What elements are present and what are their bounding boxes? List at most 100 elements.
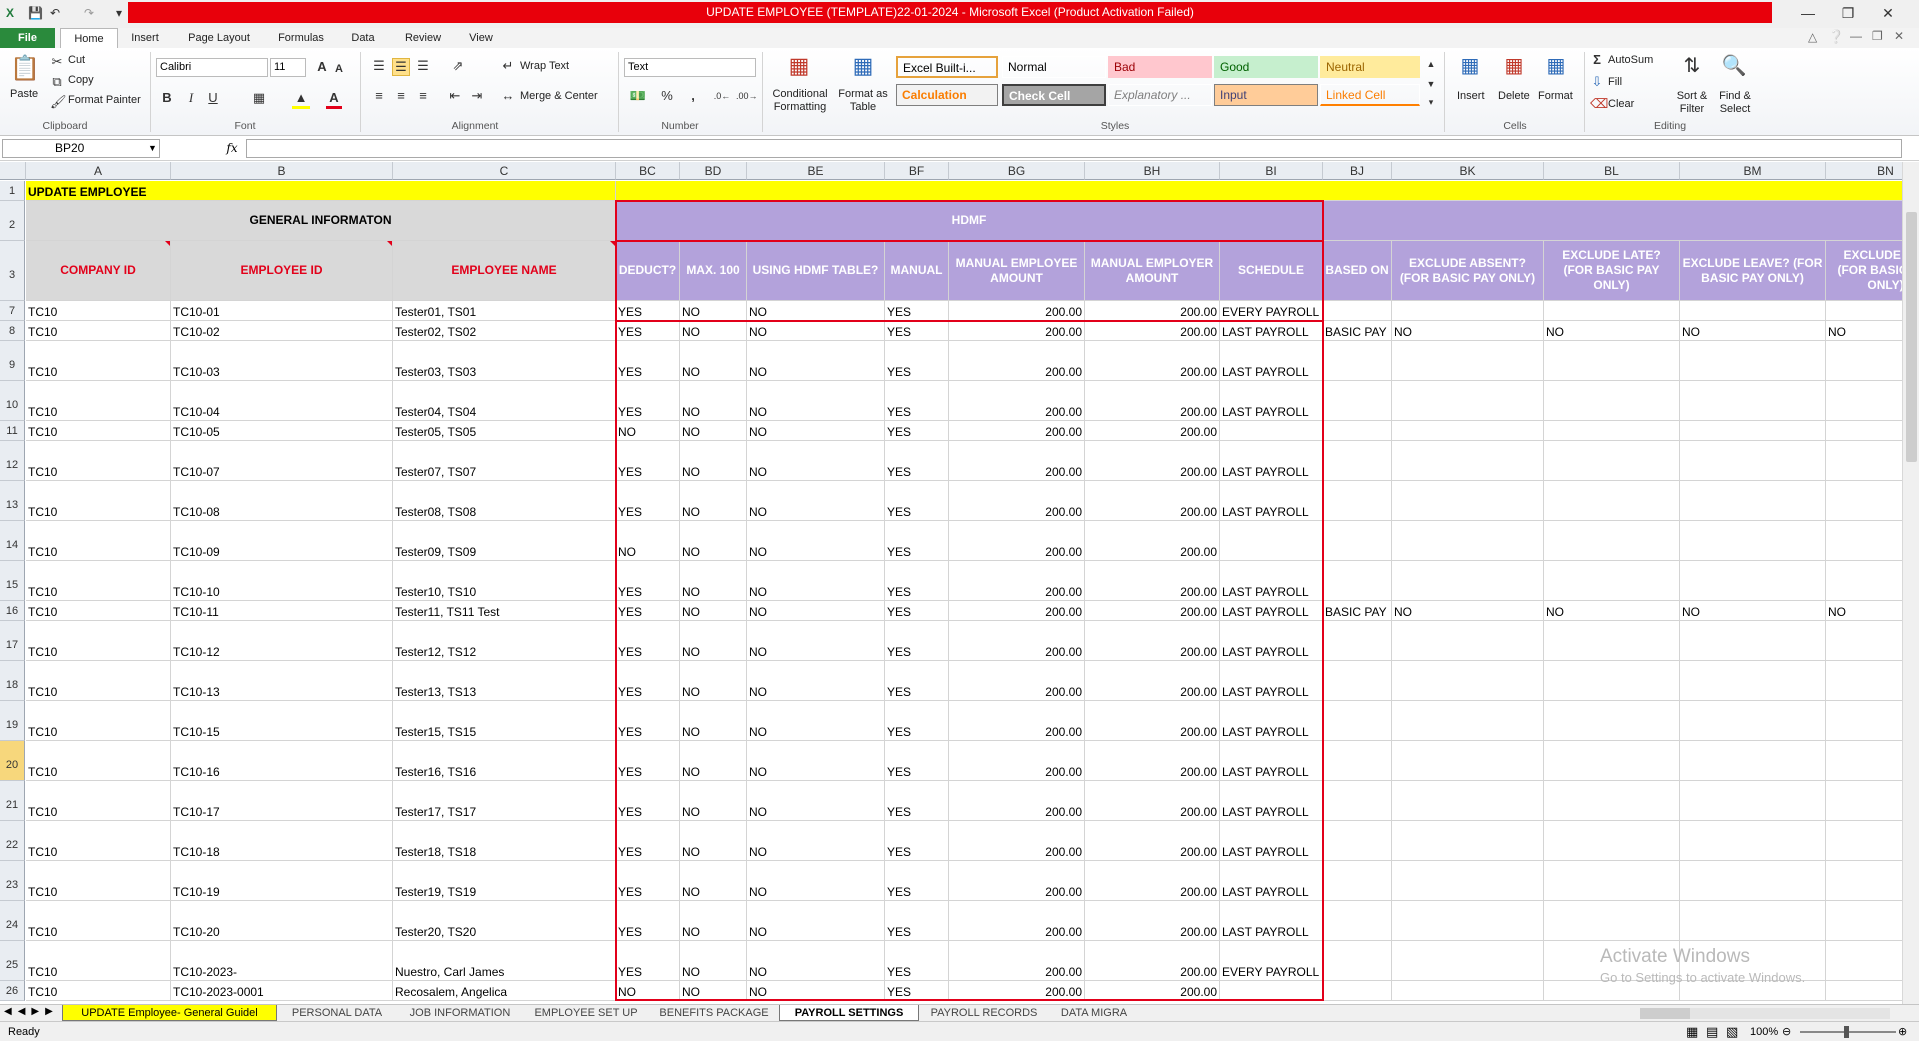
cell-leave[interactable] xyxy=(1680,781,1826,821)
cell-company[interactable]: TC10 xyxy=(26,521,171,561)
tab-insert[interactable]: Insert xyxy=(122,28,168,48)
cell-table[interactable]: NO xyxy=(747,701,885,741)
cell-deduct[interactable]: YES xyxy=(616,901,680,941)
cell-manual[interactable]: YES xyxy=(885,821,949,861)
cell-ut[interactable] xyxy=(1826,781,1902,821)
find-select-button[interactable]: Find & Select xyxy=(1712,90,1758,116)
cell-ut[interactable] xyxy=(1826,561,1902,601)
cell-emp-id[interactable]: TC10-2023-0001 xyxy=(171,981,393,1001)
cell-manual[interactable]: YES xyxy=(885,941,949,981)
column-header[interactable]: BH xyxy=(1085,162,1220,180)
cell-based-on[interactable] xyxy=(1323,481,1392,521)
cell-leave[interactable] xyxy=(1680,701,1826,741)
cell-manual[interactable]: YES xyxy=(885,321,949,341)
worksheet-grid[interactable]: A B C BC BD BE BF BG BH BI BJ BK BL BM BN 1 2 3 7 8 9 10 11 12 1… xyxy=(0,162,1902,1004)
tab-home[interactable]: Home xyxy=(60,28,118,48)
cell-ee[interactable]: 200.00 xyxy=(949,781,1085,821)
cell-ut[interactable] xyxy=(1826,341,1902,381)
cell-leave[interactable] xyxy=(1680,341,1826,381)
cell-schedule[interactable]: LAST PAYROLL xyxy=(1220,701,1323,741)
cell-late[interactable]: NO xyxy=(1544,601,1680,621)
cell-ee[interactable]: 200.00 xyxy=(949,701,1085,741)
header-employee-name[interactable]: EMPLOYEE NAME xyxy=(393,241,616,301)
cell-ut[interactable] xyxy=(1826,521,1902,561)
cell-late[interactable] xyxy=(1544,741,1680,781)
row-header[interactable]: 12 xyxy=(0,441,25,481)
cell-leave[interactable] xyxy=(1680,381,1826,421)
header-max100[interactable]: MAX. 100 xyxy=(680,241,747,301)
header-company-id[interactable]: COMPANY ID xyxy=(26,241,171,301)
column-header[interactable]: B xyxy=(171,162,393,180)
cell-table[interactable]: NO xyxy=(747,781,885,821)
normal-view-icon[interactable]: ▦ xyxy=(1686,1022,1698,1041)
cell-max100[interactable]: NO xyxy=(680,781,747,821)
cell-max100[interactable]: NO xyxy=(680,821,747,861)
shrink-font-icon[interactable]: A xyxy=(332,61,346,77)
cell-leave[interactable] xyxy=(1680,861,1826,901)
font-size-select[interactable]: 11 xyxy=(270,58,306,77)
header-employee-id[interactable]: EMPLOYEE ID xyxy=(171,241,393,301)
autosum-icon[interactable]: Σ xyxy=(1590,52,1604,68)
cell-er[interactable]: 200.00 xyxy=(1085,381,1220,421)
cell-company[interactable]: TC10 xyxy=(26,441,171,481)
row-header[interactable]: 9 xyxy=(0,341,25,381)
row-header[interactable]: 14 xyxy=(0,521,25,561)
sheet-title[interactable]: UPDATE EMPLOYEE xyxy=(26,181,616,201)
cell-ut[interactable] xyxy=(1826,821,1902,861)
cell-table[interactable]: NO xyxy=(747,821,885,861)
cell-ee[interactable]: 200.00 xyxy=(949,861,1085,901)
cell-late[interactable] xyxy=(1544,701,1680,741)
cell-company[interactable]: TC10 xyxy=(26,981,171,1001)
cell-max100[interactable]: NO xyxy=(680,741,747,781)
cell-er[interactable]: 200.00 xyxy=(1085,661,1220,701)
cell-max100[interactable]: NO xyxy=(680,441,747,481)
cell-company[interactable]: TC10 xyxy=(26,561,171,601)
style-excel-built-in[interactable]: Excel Built-i... xyxy=(896,56,998,78)
borders-icon[interactable]: ▦ xyxy=(250,90,268,106)
cell-based-on[interactable] xyxy=(1323,941,1392,981)
clear-button[interactable]: Clear xyxy=(1608,98,1634,110)
align-center-icon[interactable]: ≡ xyxy=(392,88,410,104)
insert-cells-button[interactable]: Insert xyxy=(1457,90,1485,102)
style-explanatory[interactable]: Explanatory ... xyxy=(1108,84,1212,106)
cell-max100[interactable]: NO xyxy=(680,381,747,421)
sheet-tab[interactable]: UPDATE Employee- General Guidel xyxy=(62,1005,277,1021)
cell-table[interactable]: NO xyxy=(747,421,885,441)
format-cells-button[interactable]: Format xyxy=(1538,90,1573,102)
wrap-text-button[interactable]: Wrap Text xyxy=(520,60,569,72)
cell-late[interactable] xyxy=(1544,521,1680,561)
zoom-out-icon[interactable]: ⊖ xyxy=(1782,1022,1791,1041)
cell-late[interactable] xyxy=(1544,621,1680,661)
cell-late[interactable] xyxy=(1544,301,1680,321)
cell-absent[interactable] xyxy=(1392,901,1544,941)
cell-schedule[interactable]: LAST PAYROLL xyxy=(1220,481,1323,521)
styles-scroll-down-icon[interactable]: ▼ xyxy=(1424,76,1438,92)
paste-button[interactable]: Paste xyxy=(10,88,38,100)
cell-emp-id[interactable]: TC10-15 xyxy=(171,701,393,741)
next-group-header[interactable] xyxy=(1323,201,1902,241)
cell-ut[interactable] xyxy=(1826,621,1902,661)
cell-deduct[interactable]: YES xyxy=(616,301,680,321)
cell-manual[interactable]: YES xyxy=(885,701,949,741)
cell-emp-id[interactable]: TC10-19 xyxy=(171,861,393,901)
conditional-formatting-button[interactable]: Conditional Formatting xyxy=(770,88,830,114)
cell-based-on[interactable] xyxy=(1323,821,1392,861)
zoom-level[interactable]: 100% xyxy=(1750,1022,1778,1041)
cell-manual[interactable]: YES xyxy=(885,621,949,661)
cell-emp-id[interactable]: TC10-20 xyxy=(171,901,393,941)
cell-absent[interactable] xyxy=(1392,341,1544,381)
cell-deduct[interactable]: YES xyxy=(616,601,680,621)
cell-manual[interactable]: YES xyxy=(885,781,949,821)
cell-schedule[interactable]: LAST PAYROLL xyxy=(1220,821,1323,861)
cell-absent[interactable]: NO xyxy=(1392,321,1544,341)
cell-deduct[interactable]: YES xyxy=(616,441,680,481)
redo-icon[interactable]: ↷ xyxy=(84,4,94,22)
orientation-icon[interactable]: ⇗ xyxy=(448,58,468,74)
cell-company[interactable]: TC10 xyxy=(26,301,171,321)
cell-absent[interactable] xyxy=(1392,941,1544,981)
hdmf-header[interactable]: HDMF xyxy=(616,201,1323,241)
cell-name[interactable]: Nuestro, Carl James xyxy=(393,941,616,981)
cell-schedule[interactable]: EVERY PAYROLL xyxy=(1220,301,1323,321)
style-normal[interactable]: Normal xyxy=(1002,56,1106,78)
cell-max100[interactable]: NO xyxy=(680,561,747,601)
